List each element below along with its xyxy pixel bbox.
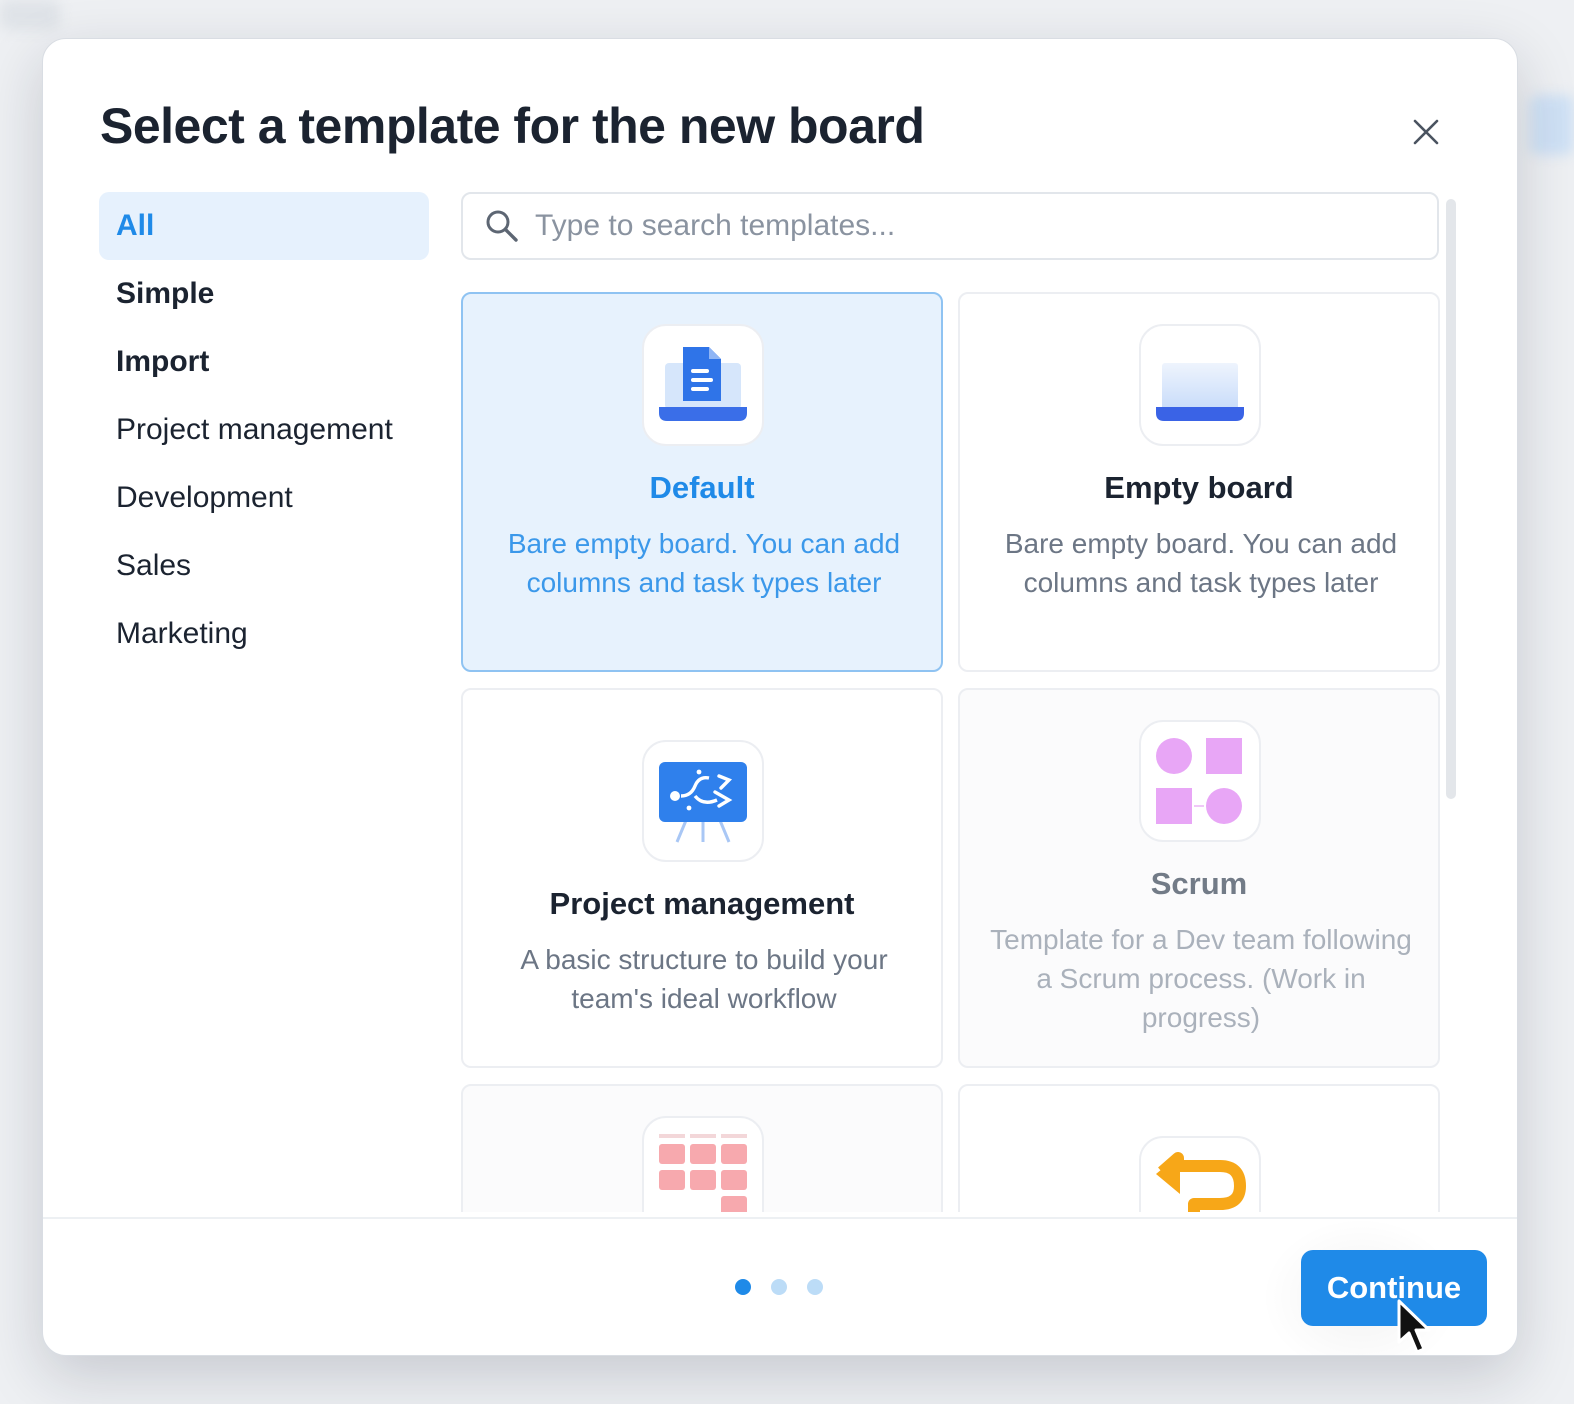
- template-description: Template for a Dev team following a Scru…: [990, 924, 1412, 1033]
- template-content: Default Bare empty board. You can add co…: [461, 192, 1441, 1212]
- template-icon-frame: [642, 324, 764, 446]
- page-dot-2[interactable]: [771, 1279, 787, 1295]
- page-dot-1[interactable]: [735, 1279, 751, 1295]
- background-blur: [1530, 95, 1574, 155]
- sidebar-item-import[interactable]: Import: [99, 328, 429, 396]
- document-tray-icon: [659, 347, 747, 421]
- template-description: Bare empty board. You can add columns an…: [507, 528, 901, 598]
- template-icon-frame: [1139, 1136, 1261, 1212]
- sidebar-item-simple[interactable]: Simple: [99, 260, 429, 328]
- mouse-cursor-icon: [1397, 1299, 1431, 1354]
- close-button[interactable]: [1401, 107, 1451, 157]
- sidebar-item-all[interactable]: All: [99, 192, 429, 260]
- search-icon: [486, 210, 518, 242]
- sidebar-item-development[interactable]: Development: [99, 464, 429, 532]
- background-blur: [0, 0, 60, 30]
- template-title: Default: [649, 470, 755, 505]
- search-input[interactable]: [535, 209, 1395, 243]
- sidebar-item-project-management[interactable]: Project management: [99, 396, 429, 464]
- template-description: A basic structure to build your team's i…: [520, 944, 888, 1014]
- template-card-default[interactable]: Default Bare empty board. You can add co…: [461, 292, 943, 672]
- template-card-project-management[interactable]: Project management A basic structure to …: [461, 688, 943, 1068]
- template-card-calendar[interactable]: [461, 1084, 943, 1212]
- page-dot-3[interactable]: [807, 1279, 823, 1295]
- return-arrow-icon: [1156, 1152, 1246, 1212]
- template-icon-frame: [1139, 324, 1261, 446]
- template-icon-frame: [642, 740, 764, 862]
- continue-button[interactable]: Continue: [1301, 1250, 1487, 1326]
- close-icon: [1413, 119, 1439, 145]
- dialog-title: Select a template for the new board: [100, 98, 925, 154]
- template-card-return[interactable]: [958, 1084, 1440, 1212]
- scrollbar[interactable]: [1446, 199, 1456, 799]
- shapes-icon: [1156, 738, 1242, 824]
- search-box: [461, 192, 1439, 260]
- grid-calendar-icon: [659, 1134, 747, 1212]
- category-sidebar: All Simple Import Project management Dev…: [99, 192, 429, 668]
- template-title: Scrum: [1150, 866, 1248, 901]
- footer-divider: [43, 1217, 1517, 1219]
- template-card-empty-board[interactable]: Empty board Bare empty board. You can ad…: [958, 292, 1440, 672]
- empty-tray-icon: [1156, 363, 1244, 421]
- template-card-scrum[interactable]: Scrum Template for a Dev team following …: [958, 688, 1440, 1068]
- sidebar-item-marketing[interactable]: Marketing: [99, 600, 429, 668]
- pagination-dots: [735, 1279, 823, 1295]
- template-icon-frame: [1139, 720, 1261, 842]
- sidebar-item-sales[interactable]: Sales: [99, 532, 429, 600]
- template-title: Project management: [549, 886, 855, 921]
- template-title: Empty board: [1104, 470, 1294, 505]
- workflow-board-icon: [659, 762, 747, 843]
- template-icon-frame: [642, 1116, 764, 1212]
- template-dialog: Select a template for the new board All …: [42, 38, 1518, 1356]
- template-description: Bare empty board. You can add columns an…: [1004, 528, 1398, 598]
